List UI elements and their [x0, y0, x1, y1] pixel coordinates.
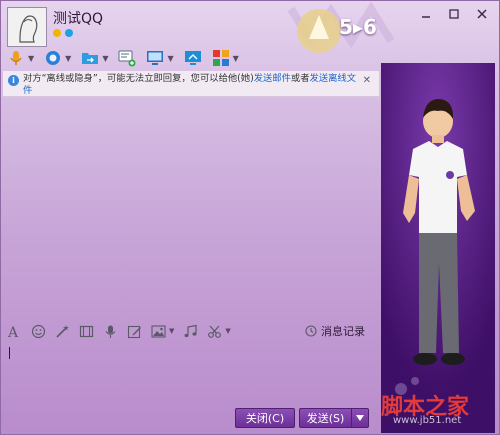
magic-wand-icon[interactable]: [55, 324, 70, 339]
folder-icon: [82, 53, 99, 64]
contact-avatar[interactable]: [7, 7, 47, 47]
apps-button[interactable]: ▼: [212, 49, 239, 67]
status-dot-icon: [53, 29, 61, 37]
info-icon: i: [8, 75, 19, 86]
edit-icon[interactable]: [127, 324, 142, 339]
create-discussion-button[interactable]: [118, 49, 136, 67]
chevron-down-icon[interactable]: ▼: [225, 327, 230, 335]
minimize-icon: [422, 16, 430, 18]
level-badge-text: 5▸6: [339, 15, 377, 39]
chevron-down-icon[interactable]: ▼: [169, 327, 174, 335]
chevron-down-icon[interactable]: ▼: [167, 54, 173, 63]
close-window-button[interactable]: [473, 7, 491, 21]
send-button[interactable]: 发送(S): [299, 408, 351, 428]
maximize-icon: [449, 9, 459, 19]
chevron-down-icon[interactable]: ▼: [28, 54, 34, 63]
voice-message-icon[interactable]: [103, 324, 118, 339]
share-screen-button[interactable]: [184, 49, 202, 67]
minimize-button[interactable]: [417, 7, 435, 21]
maximize-button[interactable]: [445, 7, 463, 21]
notice-text-prefix: 对方“离线或隐身”，可能无法立即回复，您可以给他(她): [23, 73, 254, 84]
qq-show-avatar-figure: [381, 63, 495, 433]
chat-toolbar: ▼ ▼ ▼ ▼ ▼: [7, 46, 239, 70]
video-call-button[interactable]: ▼: [44, 49, 71, 67]
window-controls: [417, 7, 491, 21]
send-options-button[interactable]: [351, 408, 369, 428]
font-icon[interactable]: A: [7, 324, 22, 339]
chevron-down-icon: [356, 415, 364, 421]
chevron-down-icon[interactable]: ▼: [102, 54, 108, 63]
apps-grid-icon: [212, 50, 229, 66]
chat-window: 测试QQ 5▸6 ▼ ▼ ▼ ▼ ▼ i 对方“离线或隐身”，可能无法立即回复，…: [0, 0, 500, 435]
offline-notice-bar: i 对方“离线或隐身”，可能无法立即回复，您可以给他(她)发送邮件或者发送离线文…: [3, 71, 379, 97]
text-cursor: [9, 347, 10, 359]
screenshot-scissors-icon[interactable]: [207, 324, 222, 339]
camera-icon: [46, 51, 61, 65]
site-watermark-url: www.jb51.net: [393, 415, 462, 426]
video-clip-icon[interactable]: [79, 324, 94, 339]
message-input[interactable]: [3, 341, 379, 405]
remote-assist-button[interactable]: ▼: [146, 49, 174, 67]
notice-text-middle: 或者: [290, 73, 310, 84]
music-icon[interactable]: [183, 324, 198, 339]
clock-icon: [305, 325, 317, 337]
message-history-label: 消息记录: [321, 325, 365, 338]
contact-name: 测试QQ: [53, 11, 104, 27]
emoji-icon[interactable]: [31, 324, 46, 339]
send-email-link[interactable]: 发送邮件: [254, 73, 291, 84]
chevron-down-icon[interactable]: ▼: [233, 54, 239, 63]
close-button[interactable]: 关闭(C): [235, 408, 295, 428]
chevron-down-icon[interactable]: ▼: [65, 54, 71, 63]
notice-close-icon[interactable]: ✕: [363, 75, 371, 87]
chat-add-icon: [118, 50, 136, 67]
qzone-icon[interactable]: [65, 29, 73, 37]
voice-call-button[interactable]: ▼: [7, 49, 34, 67]
close-icon: [477, 9, 487, 19]
message-history-button[interactable]: 消息记录: [305, 323, 365, 339]
avatar-silhouette-icon: [8, 8, 46, 46]
status-indicators: [53, 29, 73, 37]
image-icon[interactable]: [151, 324, 166, 339]
qq-show-panel[interactable]: [381, 63, 495, 433]
screen-share-icon: [184, 51, 201, 65]
monitor-icon: [147, 51, 164, 65]
microphone-icon: [10, 51, 22, 65]
svg-text:A: A: [7, 325, 19, 339]
transfer-file-button[interactable]: ▼: [81, 49, 108, 67]
message-history-area[interactable]: [3, 97, 379, 319]
